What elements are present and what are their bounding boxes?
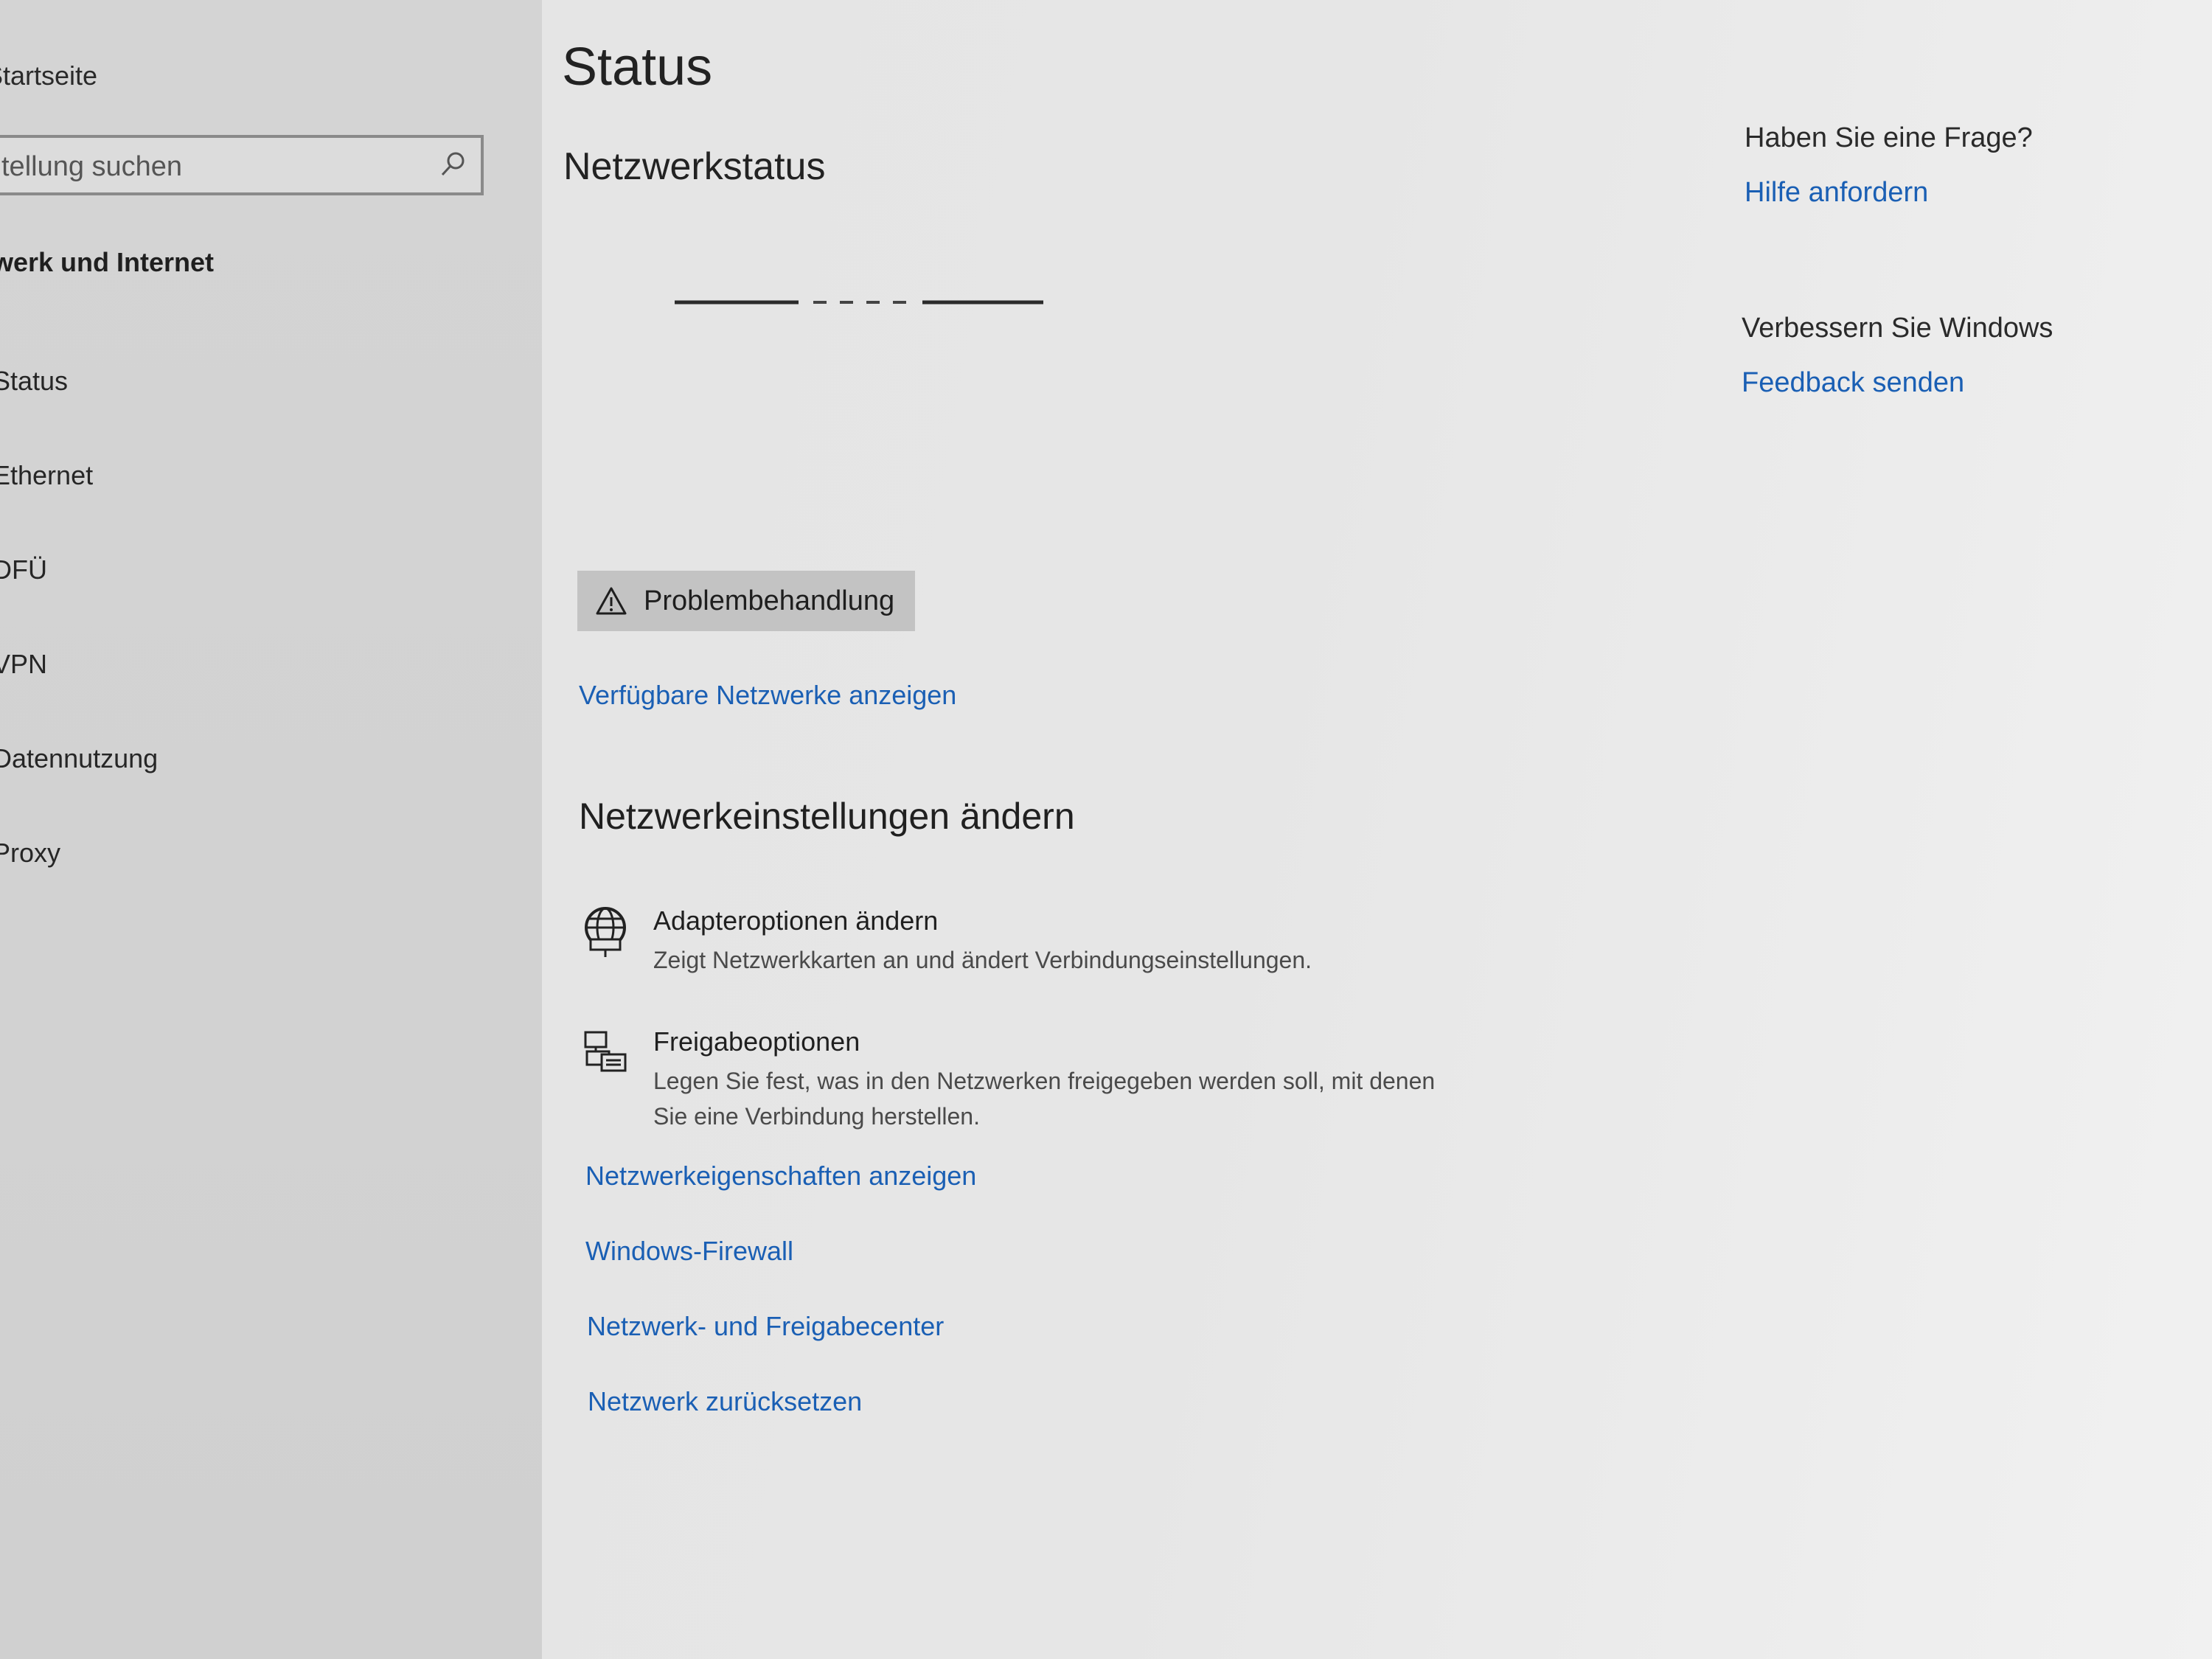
- sidebar-item-vpn[interactable]: VPN: [0, 649, 47, 680]
- settings-window: Startseite tellung suchen werk und Inter…: [0, 0, 2212, 1659]
- page-title: Status: [562, 38, 713, 97]
- network-adapter-icon: [585, 907, 626, 957]
- warning-icon: [596, 587, 627, 615]
- sidebar-item-status[interactable]: Status: [0, 366, 68, 397]
- get-help-link[interactable]: Hilfe anfordern: [1745, 177, 1928, 209]
- network-connection-diagram: [675, 300, 1043, 305]
- question-heading: Haben Sie eine Frage?: [1745, 122, 2033, 153]
- adapter-options-desc: Zeigt Netzwerkkarten an und ändert Verbi…: [653, 947, 1312, 973]
- sidebar-section-title: werk und Internet: [0, 247, 215, 277]
- sharing-options-title: Freigabeoptionen: [653, 1026, 860, 1057]
- sharing-options-icon: [584, 1031, 627, 1072]
- available-networks-link[interactable]: Verfügbare Netzwerke anzeigen: [579, 680, 956, 711]
- search-placeholder: tellung suchen: [1, 151, 183, 182]
- send-feedback-link[interactable]: Feedback senden: [1742, 367, 1964, 399]
- change-settings-heading: Netzwerkeinstellungen ändern: [579, 796, 1075, 837]
- improve-windows-heading: Verbessern Sie Windows: [1742, 313, 2053, 344]
- network-reset-link[interactable]: Netzwerk zurücksetzen: [588, 1386, 862, 1417]
- sidebar-item-dfue[interactable]: DFÜ: [0, 554, 47, 585]
- network-properties-link[interactable]: Netzwerkeigenschaften anzeigen: [585, 1161, 976, 1192]
- sharing-options-desc: Legen Sie fest, was in den Netzwerken fr…: [653, 1068, 1436, 1130]
- network-status-heading: Netzwerkstatus: [563, 145, 826, 188]
- troubleshoot-label: Problembehandlung: [644, 585, 895, 616]
- sidebar-item-datennutzung[interactable]: Datennutzung: [0, 743, 158, 774]
- network-sharing-center-link[interactable]: Netzwerk- und Freigabecenter: [587, 1311, 944, 1342]
- sidebar-item-ethernet[interactable]: Ethernet: [0, 460, 93, 491]
- sidebar: Startseite tellung suchen werk und Inter…: [0, 0, 542, 1659]
- search-icon[interactable]: [438, 150, 467, 179]
- settings-search-input[interactable]: tellung suchen: [0, 135, 484, 195]
- windows-firewall-link[interactable]: Windows-Firewall: [585, 1236, 793, 1267]
- sidebar-item-proxy[interactable]: Proxy: [0, 838, 60, 869]
- adapter-options-title: Adapteroptionen ändern: [653, 905, 939, 936]
- troubleshoot-button[interactable]: Problembehandlung: [577, 571, 915, 631]
- sidebar-home-link[interactable]: Startseite: [0, 60, 97, 91]
